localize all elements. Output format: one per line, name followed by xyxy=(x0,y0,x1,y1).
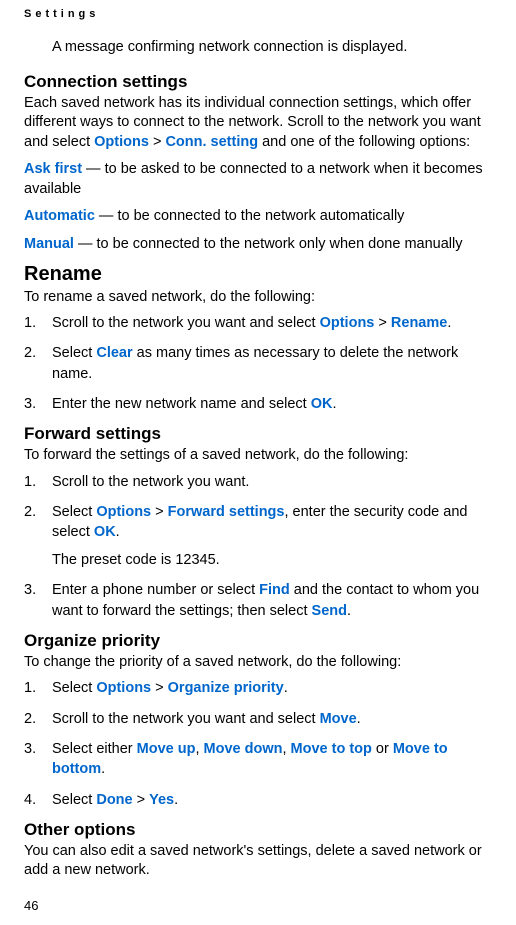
find-label: Find xyxy=(259,582,290,598)
text: Enter the new network name and select xyxy=(52,396,311,412)
connection-settings-intro: Each saved network has its individual co… xyxy=(24,94,492,153)
list-item: Scroll to the network you want and selec… xyxy=(24,709,492,729)
text: . xyxy=(101,761,105,777)
text: Scroll to the network you want and selec… xyxy=(52,315,320,331)
organize-steps: Select Options > Organize priority. Scro… xyxy=(24,678,492,809)
ok-label: OK xyxy=(311,396,333,412)
list-item: Enter a phone number or select Find and … xyxy=(24,580,492,621)
other-options-text: You can also edit a saved network's sett… xyxy=(24,842,492,881)
separator: > xyxy=(133,792,150,808)
text: Select xyxy=(52,504,96,520)
send-label: Send xyxy=(312,603,347,619)
list-item: Scroll to the network you want and selec… xyxy=(24,313,492,333)
list-item: Select Done > Yes. xyxy=(24,790,492,810)
text: , xyxy=(282,741,290,757)
conn-setting-label: Conn. setting xyxy=(165,134,258,150)
ok-label: OK xyxy=(94,524,116,540)
rename-steps: Scroll to the network you want and selec… xyxy=(24,313,492,414)
text: Select either xyxy=(52,741,137,757)
rename-label: Rename xyxy=(391,315,447,331)
text: — to be asked to be connected to a netwo… xyxy=(24,161,483,197)
options-label: Options xyxy=(94,134,149,150)
text: . xyxy=(347,603,351,619)
move-down-label: Move down xyxy=(204,741,283,757)
option-manual: Manual — to be connected to the network … xyxy=(24,235,492,255)
separator: > xyxy=(151,504,168,520)
automatic-label: Automatic xyxy=(24,208,95,224)
options-label: Options xyxy=(96,680,151,696)
organize-priority-label: Organize priority xyxy=(168,680,284,696)
options-label: Options xyxy=(96,504,151,520)
move-to-top-label: Move to top xyxy=(291,741,372,757)
move-up-label: Move up xyxy=(137,741,196,757)
heading-forward-settings: Forward settings xyxy=(24,424,492,444)
list-item: Select either Move up, Move down, Move t… xyxy=(24,739,492,780)
text: . xyxy=(284,680,288,696)
forward-sub-note: The preset code is 12345. xyxy=(24,551,492,571)
organize-intro: To change the priority of a saved networ… xyxy=(24,653,492,673)
running-header: Settings xyxy=(24,8,492,20)
forward-steps-continued: Enter a phone number or select Find and … xyxy=(24,580,492,621)
separator: > xyxy=(374,315,391,331)
text: . xyxy=(174,792,178,808)
forward-intro: To forward the settings of a saved netwo… xyxy=(24,446,492,466)
text: Scroll to the network you want and selec… xyxy=(52,711,320,727)
forward-settings-label: Forward settings xyxy=(168,504,285,520)
text: , xyxy=(195,741,203,757)
intro-message: A message confirming network connection … xyxy=(52,38,492,58)
forward-steps: Scroll to the network you want. Select O… xyxy=(24,472,492,543)
heading-connection-settings: Connection settings xyxy=(24,72,492,92)
list-item: Select Options > Forward settings, enter… xyxy=(24,502,492,543)
list-item: Enter the new network name and select OK… xyxy=(24,394,492,414)
heading-organize-priority: Organize priority xyxy=(24,631,492,651)
manual-label: Manual xyxy=(24,236,74,252)
yes-label: Yes xyxy=(149,792,174,808)
option-automatic: Automatic — to be connected to the netwo… xyxy=(24,207,492,227)
options-label: Options xyxy=(320,315,375,331)
text: . xyxy=(332,396,336,412)
text: and one of the following options: xyxy=(258,134,470,150)
ask-first-label: Ask first xyxy=(24,161,82,177)
heading-rename: Rename xyxy=(24,263,492,286)
separator: > xyxy=(151,680,168,696)
list-item: Select Clear as many times as necessary … xyxy=(24,343,492,384)
text: Select xyxy=(52,792,96,808)
text: — to be connected to the network only wh… xyxy=(74,236,463,252)
done-label: Done xyxy=(96,792,132,808)
text: . xyxy=(116,524,120,540)
text: . xyxy=(447,315,451,331)
page-number: 46 xyxy=(24,898,38,913)
separator: > xyxy=(149,134,166,150)
option-ask-first: Ask first — to be asked to be connected … xyxy=(24,160,492,199)
move-label: Move xyxy=(320,711,357,727)
list-item: Select Options > Organize priority. xyxy=(24,678,492,698)
text: Enter a phone number or select xyxy=(52,582,259,598)
rename-intro: To rename a saved network, do the follow… xyxy=(24,288,492,308)
text: Select xyxy=(52,680,96,696)
list-item: Scroll to the network you want. xyxy=(24,472,492,492)
heading-other-options: Other options xyxy=(24,820,492,840)
text: . xyxy=(357,711,361,727)
text: or xyxy=(372,741,393,757)
text: — to be connected to the network automat… xyxy=(95,208,405,224)
clear-label: Clear xyxy=(96,345,132,361)
text: Select xyxy=(52,345,96,361)
